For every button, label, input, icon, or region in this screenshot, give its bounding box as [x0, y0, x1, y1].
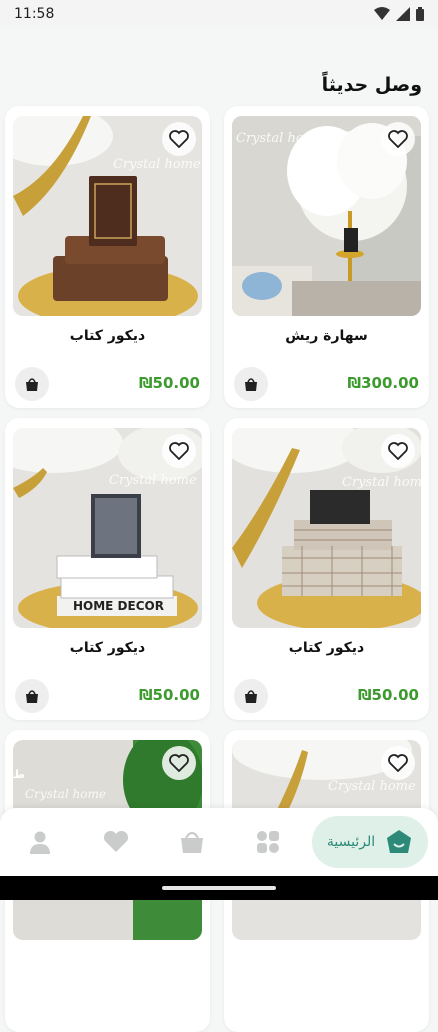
product-card[interactable]: HOME DECOR Crystal home ديكور كتاب ₪50.0… [5, 418, 210, 720]
status-icons [374, 7, 424, 21]
add-to-cart-button[interactable] [15, 367, 49, 401]
basket-icon [26, 690, 38, 703]
basket-icon [245, 378, 257, 391]
watermark: Crystal home [113, 157, 201, 172]
add-to-cart-button[interactable] [234, 367, 268, 401]
heart-icon [388, 130, 408, 148]
watermark: Crystal home [236, 131, 324, 146]
home-icon [387, 830, 412, 853]
heart-icon [169, 442, 189, 460]
favorite-button[interactable] [381, 122, 415, 156]
add-to-cart-button[interactable] [15, 679, 49, 713]
favorite-button[interactable] [162, 434, 196, 468]
heart-icon [388, 754, 408, 772]
banner-text: طقم سكاكين 200 شيكل [13, 768, 25, 781]
watermark: Crystal home [328, 779, 416, 794]
product-price: ₪50.00 [357, 686, 419, 704]
product-card[interactable]: Crystal home سهارة ريش ₪300.00 [224, 106, 429, 408]
watermark: Crystal home [25, 787, 106, 801]
bottom-navigation: الرئيسية [0, 808, 438, 876]
home-gesture-pill[interactable] [162, 886, 276, 890]
nav-home-label: الرئيسية [326, 834, 376, 850]
book-label: HOME DECOR [73, 599, 164, 613]
product-image[interactable]: Crystal home [13, 116, 202, 316]
profile-icon [30, 831, 50, 854]
section-title: وصل حديثاً [321, 74, 422, 96]
nav-home[interactable]: الرئيسية [312, 816, 428, 868]
add-to-cart-button[interactable] [234, 679, 268, 713]
product-name: سهارة ريش [285, 328, 368, 344]
favorite-button[interactable] [381, 746, 415, 780]
product-price: ₪50.00 [138, 374, 200, 392]
wifi-icon [374, 7, 390, 20]
basket-icon [181, 831, 203, 853]
status-bar: 11:58 [0, 0, 438, 28]
favorite-button[interactable] [381, 434, 415, 468]
product-price: ₪50.00 [138, 686, 200, 704]
nav-favorites[interactable] [96, 822, 136, 862]
favorite-button[interactable] [162, 122, 196, 156]
heart-icon [169, 754, 189, 772]
signal-icon [396, 7, 410, 21]
product-name: ديكور كتاب [69, 640, 146, 656]
basket-icon [245, 690, 257, 703]
battery-icon [416, 7, 424, 21]
system-gesture-bar [0, 876, 438, 900]
product-image[interactable]: HOME DECOR Crystal home [13, 428, 202, 628]
product-image[interactable]: Crystal home [232, 116, 421, 316]
heart-icon [169, 130, 189, 148]
nav-profile[interactable] [20, 822, 60, 862]
heart-icon [103, 831, 129, 852]
watermark: Crystal home [109, 473, 197, 488]
heart-icon [388, 442, 408, 460]
product-card[interactable]: Crystal home ديكور كتاب ₪50.00 [224, 418, 429, 720]
watermark: Crystal home [342, 475, 421, 490]
status-time: 11:58 [14, 6, 55, 22]
categories-icon [257, 831, 279, 853]
product-card[interactable]: Crystal home ديكور كتاب ₪50.00 [5, 106, 210, 408]
product-name: ديكور كتاب [288, 640, 365, 656]
basket-icon [26, 378, 38, 391]
nav-cart[interactable] [172, 822, 212, 862]
nav-categories[interactable] [248, 822, 288, 862]
favorite-button[interactable] [162, 746, 196, 780]
product-price: ₪300.00 [347, 374, 419, 392]
product-image[interactable]: Crystal home [232, 428, 421, 628]
product-name: ديكور كتاب [69, 328, 146, 344]
